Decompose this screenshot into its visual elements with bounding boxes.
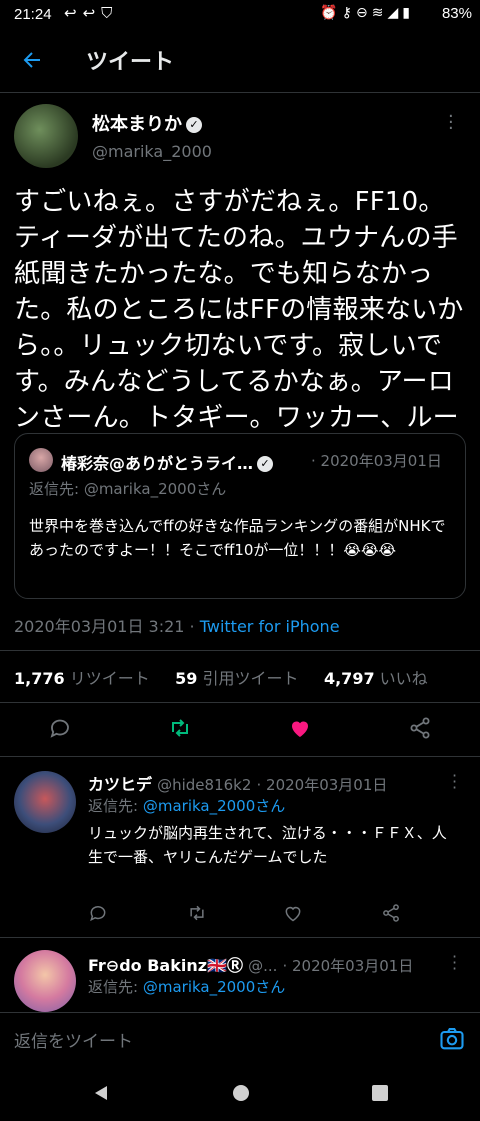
- quote-date: · 2020年03月01日: [311, 452, 442, 470]
- reply-to-handle-link[interactable]: @marika_2000さん: [143, 797, 285, 815]
- page-title: ツイート: [86, 50, 175, 75]
- battery-percent: 83%: [441, 5, 472, 22]
- likes-label: いいね: [379, 669, 428, 688]
- tweet-body: すごいねぇ。さすがだねぇ。FF10。ティーダが出てたのね。ユウナんの手紙聞きたか…: [14, 187, 464, 433]
- status-left-icons: ↩↩⛉: [64, 4, 118, 22]
- reply-to-line: 返信先: @marika_2000さん: [88, 795, 285, 816]
- tweet-stats: 1,776 リツイート 59 引用ツイート 4,797 いいね: [14, 665, 428, 689]
- divider: [0, 650, 480, 651]
- retweets-label: リツイート: [69, 669, 150, 688]
- reply-icon[interactable]: [48, 716, 72, 740]
- top-header: ツイート: [0, 30, 480, 93]
- status-right-icons: ⏰⚷⊖≋◢▮: [320, 5, 414, 21]
- reply-date: · 2020年03月01日: [282, 957, 414, 975]
- like-heart-icon[interactable]: [288, 716, 312, 740]
- share-icon[interactable]: [408, 716, 432, 740]
- status-bar: 21:24 ↩↩⛉ ⏰⚷⊖≋◢▮ 83%: [0, 0, 480, 30]
- likes-count: 4,797: [323, 669, 375, 688]
- author-name-text: 松本まりか: [92, 114, 182, 135]
- avatar[interactable]: [14, 771, 76, 833]
- quote-body: 世界中を巻き込んでffの好きな作品ランキングの番組がNHKであったのですよー！！…: [29, 517, 446, 559]
- retweet-icon[interactable]: [187, 903, 207, 923]
- share-icon[interactable]: [381, 903, 401, 923]
- reply-to-prefix: 返信先:: [88, 797, 139, 815]
- reply-author-name[interactable]: カツヒデ: [88, 775, 152, 794]
- key-icon: ⚷: [341, 5, 357, 21]
- quotes-count: 59: [175, 669, 198, 688]
- shield-icon: ⛉: [101, 4, 119, 22]
- reply-composer-bar: 返信をツイート: [0, 1012, 480, 1065]
- tweet-action-bar: [0, 704, 480, 754]
- tweet-author-handle[interactable]: @marika_2000: [92, 142, 212, 161]
- verified-badge-icon: ✓: [257, 456, 274, 472]
- meta-separator: ·: [184, 617, 200, 636]
- quote-author-name: 椿彩奈@ありがとうライ… ✓: [61, 450, 274, 474]
- system-nav-bar: [0, 1064, 480, 1121]
- reply-icon[interactable]: [88, 903, 108, 923]
- quotes-label: 引用ツイート: [202, 669, 299, 688]
- reply-author-handle: @...: [248, 957, 278, 975]
- more-options-icon[interactable]: · · ·: [452, 768, 457, 796]
- nav-home-icon[interactable]: [232, 1084, 250, 1102]
- like-heart-icon[interactable]: [283, 903, 303, 923]
- reply-author-name[interactable]: Fr⊖do Bakinz🇬🇧Ⓡ: [88, 956, 243, 975]
- avatar[interactable]: [14, 104, 78, 168]
- back-arrow-icon[interactable]: [20, 48, 44, 72]
- alarm-icon: ⏰: [320, 5, 342, 21]
- reply-arrow-icon: ↩: [64, 4, 83, 22]
- reply-author-handle: @hide816k2: [157, 776, 252, 794]
- signal-icon: ◢: [387, 5, 403, 21]
- quote-author-name-text: 椿彩奈@ありがとうライ…: [61, 454, 254, 473]
- retweets-stat[interactable]: 1,776 リツイート: [14, 669, 150, 688]
- reply-input[interactable]: 返信をツイート: [14, 1027, 133, 1052]
- reply-arrow-icon: ↩: [82, 4, 102, 22]
- nav-recents-icon[interactable]: [372, 1085, 388, 1101]
- tweet-author-name[interactable]: 松本まりか ✓: [92, 110, 202, 136]
- avatar[interactable]: [14, 950, 76, 1012]
- tweet-timestamp: 2020年03月01日 3:21: [14, 617, 185, 636]
- quoted-tweet[interactable]: 椿彩奈@ありがとうライ… ✓ · 2020年03月01日 返信先: @marika…: [14, 433, 466, 599]
- reply-tweet[interactable]: カツヒデ @hide816k2 · 2020年03月01日 · · · 返信先: @…: [0, 757, 480, 937]
- tweet-client-link[interactable]: Twitter for iPhone: [200, 617, 340, 636]
- reply-date: · 2020年03月01日: [256, 776, 388, 794]
- quote-avatar: [29, 448, 53, 472]
- quote-reply-to: 返信先: @marika_2000さん: [29, 480, 227, 498]
- nav-back-icon[interactable]: [92, 1084, 110, 1102]
- reply-to-handle-link[interactable]: @marika_2000さん: [143, 978, 285, 996]
- camera-icon[interactable]: [438, 1025, 466, 1053]
- minus-circle-icon: ⊖: [356, 5, 372, 21]
- more-options-icon[interactable]: · · ·: [448, 108, 454, 138]
- verified-badge-icon: ✓: [186, 117, 202, 133]
- wifi-icon: ≋: [371, 5, 388, 21]
- retweets-count: 1,776: [14, 669, 65, 688]
- reply-to-line: 返信先: @marika_2000さん: [88, 976, 285, 997]
- reply-tweet[interactable]: Fr⊖do Bakinz🇬🇧Ⓡ @... · 2020年03月01日 · · · 返…: [0, 938, 480, 1012]
- status-time: 21:24: [14, 6, 52, 23]
- reply-header: Fr⊖do Bakinz🇬🇧Ⓡ @... · 2020年03月01日: [88, 952, 413, 976]
- battery-icon: ▮: [402, 5, 414, 21]
- more-options-icon[interactable]: · · ·: [452, 949, 457, 977]
- tweet-meta: 2020年03月01日 3:21 · Twitter for iPhone: [14, 613, 340, 637]
- likes-stat[interactable]: 4,797 いいね: [324, 669, 428, 688]
- divider: [0, 702, 480, 703]
- reply-to-prefix: 返信先:: [88, 978, 139, 996]
- reply-body: リュックが脳内再生されて、泣ける・・・ＦＦＸ、人生で一番、ヤリこんだゲームでした: [88, 824, 447, 866]
- retweet-icon[interactable]: [168, 716, 192, 740]
- reply-header: カツヒデ @hide816k2 · 2020年03月01日: [88, 771, 387, 795]
- quotes-stat[interactable]: 59 引用ツイート: [175, 669, 298, 688]
